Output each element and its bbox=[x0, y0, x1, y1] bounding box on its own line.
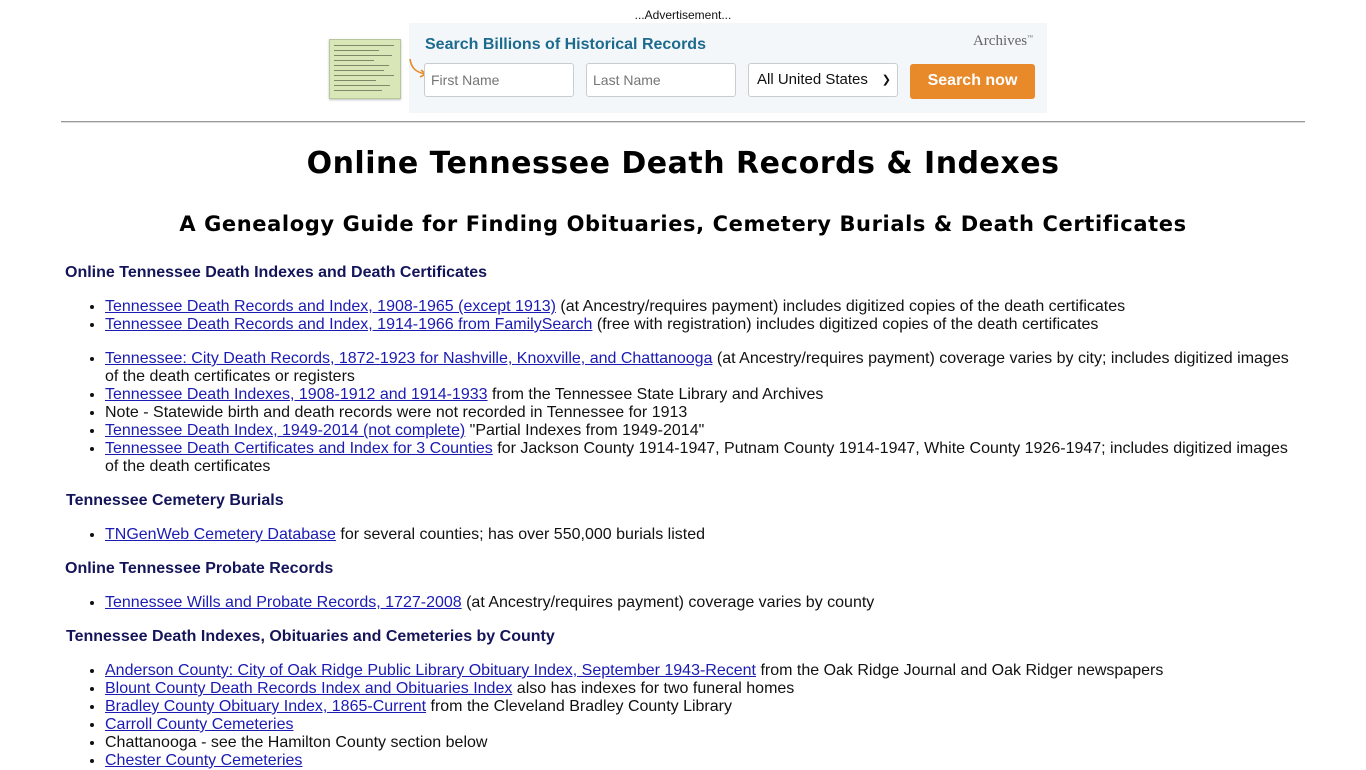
link-list: Tennessee: City Death Records, 1872-1923… bbox=[65, 350, 1305, 476]
section-heading: Online Tennessee Death Indexes and Death… bbox=[65, 264, 488, 281]
link-description: Note - Statewide birth and death records… bbox=[105, 404, 688, 421]
link-list: Tennessee Wills and Probate Records, 172… bbox=[65, 594, 1305, 612]
list-item: Tennessee Death Records and Index, 1908-… bbox=[105, 298, 1305, 316]
list-item: Note - Statewide birth and death records… bbox=[105, 404, 1305, 422]
link-description: (at Ancestry/requires payment) includes … bbox=[555, 298, 1126, 315]
list-item: Tennessee Death Records and Index, 1914-… bbox=[105, 316, 1305, 334]
record-link[interactable]: Tennessee Death Index, 1949-2014 (not co… bbox=[105, 422, 465, 439]
location-select-value: All United States bbox=[757, 71, 868, 88]
last-name-input[interactable] bbox=[586, 63, 736, 97]
record-link[interactable]: Tennessee Wills and Probate Records, 172… bbox=[105, 594, 462, 611]
record-link[interactable]: Bradley County Obituary Index, 1865-Curr… bbox=[105, 698, 426, 715]
list-item: Bradley County Obituary Index, 1865-Curr… bbox=[105, 698, 1305, 716]
link-list: Tennessee Death Records and Index, 1908-… bbox=[65, 298, 1305, 334]
section-heading: Tennessee Death Indexes, Obituaries and … bbox=[66, 628, 555, 645]
main-content: Online Tennessee Death Indexes and Death… bbox=[65, 264, 1305, 770]
section-heading: Online Tennessee Probate Records bbox=[65, 560, 334, 577]
advertisement-label: ...Advertisement... bbox=[634, 8, 732, 22]
ad-brand-text: Archives bbox=[972, 33, 1028, 49]
link-description: (at Ancestry/requires payment) coverage … bbox=[461, 594, 875, 611]
first-name-input[interactable] bbox=[424, 63, 574, 97]
link-description: from the Cleveland Bradley County Librar… bbox=[426, 698, 732, 715]
death-certificate-image bbox=[329, 39, 401, 99]
ad-brand-logo: Archives™ bbox=[973, 33, 1033, 50]
list-item: Tennessee Wills and Probate Records, 172… bbox=[105, 594, 1305, 612]
link-list: Anderson County: City of Oak Ridge Publi… bbox=[65, 662, 1305, 770]
record-link[interactable]: Carroll County Cemeteries bbox=[105, 716, 294, 733]
section-heading: Tennessee Cemetery Burials bbox=[66, 492, 284, 509]
record-link[interactable]: Blount County Death Records Index and Ob… bbox=[105, 680, 512, 697]
record-link[interactable]: Anderson County: City of Oak Ridge Publi… bbox=[105, 662, 756, 679]
record-link[interactable]: Tennessee Death Certificates and Index f… bbox=[105, 440, 493, 457]
link-list: TNGenWeb Cemetery Database for several c… bbox=[65, 526, 1305, 544]
link-description: for several counties; has over 550,000 b… bbox=[335, 526, 706, 543]
list-item: Tennessee: City Death Records, 1872-1923… bbox=[105, 350, 1305, 386]
list-item: TNGenWeb Cemetery Database for several c… bbox=[105, 526, 1305, 544]
list-item: Chattanooga - see the Hamilton County se… bbox=[105, 734, 1305, 752]
record-link[interactable]: Tennessee Death Records and Index, 1908-… bbox=[105, 298, 556, 315]
record-link[interactable]: TNGenWeb Cemetery Database bbox=[105, 526, 336, 543]
ad-thumbnail-container bbox=[319, 23, 409, 113]
ad-banner[interactable]: Search Billions of Historical Records Ar… bbox=[319, 23, 1047, 113]
list-item: Chester County Cemeteries bbox=[105, 752, 1305, 770]
page-title: Online Tennessee Death Records & Indexes bbox=[306, 146, 1060, 181]
trademark-mark: ™ bbox=[1027, 35, 1033, 41]
record-link[interactable]: Tennessee: City Death Records, 1872-1923… bbox=[105, 350, 712, 367]
list-item: Carroll County Cemeteries bbox=[105, 716, 1305, 734]
link-description: from the Tennessee State Library and Arc… bbox=[487, 386, 824, 403]
search-now-button[interactable]: Search now bbox=[910, 64, 1035, 99]
link-description: (free with registration) includes digiti… bbox=[592, 316, 1099, 333]
page-subtitle: A Genealogy Guide for Finding Obituaries… bbox=[179, 212, 1187, 236]
link-description: Chattanooga - see the Hamilton County se… bbox=[105, 734, 488, 751]
record-link[interactable]: Tennessee Death Records and Index, 1914-… bbox=[105, 316, 592, 333]
horizontal-divider bbox=[61, 121, 1305, 123]
record-link[interactable]: Chester County Cemeteries bbox=[105, 752, 302, 769]
list-item: Blount County Death Records Index and Ob… bbox=[105, 680, 1305, 698]
link-description: from the Oak Ridge Journal and Oak Ridge… bbox=[756, 662, 1164, 679]
record-link[interactable]: Tennessee Death Indexes, 1908-1912 and 1… bbox=[105, 386, 488, 403]
list-item: Tennessee Death Certificates and Index f… bbox=[105, 440, 1305, 476]
ad-title: Search Billions of Historical Records bbox=[425, 36, 706, 53]
location-select[interactable]: All United States ❯ bbox=[748, 63, 898, 97]
chevron-down-icon: ❯ bbox=[881, 74, 891, 86]
list-item: Anderson County: City of Oak Ridge Publi… bbox=[105, 662, 1305, 680]
list-item: Tennessee Death Indexes, 1908-1912 and 1… bbox=[105, 386, 1305, 404]
link-description: "Partial Indexes from 1949-2014" bbox=[465, 422, 705, 439]
link-description: also has indexes for two funeral homes bbox=[512, 680, 795, 697]
list-item: Tennessee Death Index, 1949-2014 (not co… bbox=[105, 422, 1305, 440]
